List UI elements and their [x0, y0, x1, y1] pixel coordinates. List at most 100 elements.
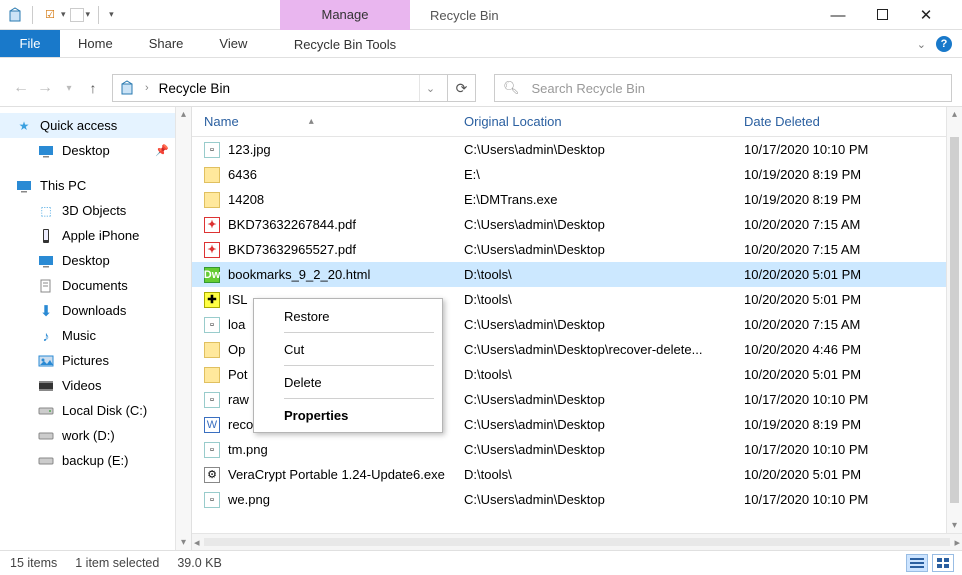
scroll-down-icon[interactable]: ▾: [952, 520, 957, 531]
divider: [98, 6, 99, 24]
tree-documents[interactable]: Documents: [0, 273, 191, 298]
ribbon-expand-icon[interactable]: ⌄: [917, 38, 926, 51]
tab-view[interactable]: View: [201, 30, 265, 57]
tree-desktop[interactable]: Desktop: [0, 248, 191, 273]
tree-backup-e[interactable]: backup (E:): [0, 448, 191, 473]
view-details-button[interactable]: [906, 554, 928, 572]
column-original-location[interactable]: Original Location: [464, 114, 744, 129]
chevron-down-icon[interactable]: ▾: [86, 9, 91, 20]
list-horizontal-scrollbar[interactable]: ◂ ▸: [192, 533, 962, 550]
search-box[interactable]: 🔍︎: [494, 74, 952, 102]
table-row[interactable]: Dwbookmarks_9_2_20.htmlD:\tools\10/20/20…: [192, 262, 962, 287]
table-row[interactable]: ▫tm.pngC:\Users\admin\Desktop10/17/2020 …: [192, 437, 962, 462]
tree-videos[interactable]: Videos: [0, 373, 191, 398]
phone-icon: [38, 228, 54, 244]
tab-share[interactable]: Share: [131, 30, 202, 57]
tab-home[interactable]: Home: [60, 30, 131, 57]
table-row[interactable]: ✦BKD73632267844.pdfC:\Users\admin\Deskto…: [192, 212, 962, 237]
file-origin: C:\Users\admin\Desktop: [464, 392, 744, 407]
file-date-deleted: 10/19/2020 8:19 PM: [744, 167, 962, 182]
chevron-right-icon[interactable]: ›: [141, 82, 153, 94]
folder-icon: [204, 342, 220, 358]
up-button[interactable]: ↑: [82, 77, 104, 99]
table-row[interactable]: 6436E:\10/19/2020 8:19 PM: [192, 162, 962, 187]
qat-customize-icon[interactable]: ▾: [105, 9, 114, 20]
file-name: Op: [228, 342, 245, 357]
file-origin: C:\Users\admin\Desktop: [464, 217, 744, 232]
scroll-track[interactable]: [204, 538, 951, 546]
table-row[interactable]: ⚙VeraCrypt Portable 1.24-Update6.exeD:\t…: [192, 462, 962, 487]
table-row[interactable]: ▫we.pngC:\Users\admin\Desktop10/17/2020 …: [192, 487, 962, 512]
desktop-icon: [38, 143, 54, 159]
file-origin: C:\Users\admin\Desktop: [464, 442, 744, 457]
table-row[interactable]: 14208E:\DMTrans.exe10/19/2020 8:19 PM: [192, 187, 962, 212]
chevron-down-icon[interactable]: ▾: [61, 9, 66, 20]
scroll-up-icon[interactable]: ▴: [181, 109, 186, 120]
tree-apple-iphone[interactable]: Apple iPhone: [0, 223, 191, 248]
file-origin: C:\Users\admin\Desktop: [464, 242, 744, 257]
file-date-deleted: 10/17/2020 10:10 PM: [744, 392, 962, 407]
file-origin: D:\tools\: [464, 467, 744, 482]
minimize-button[interactable]: —: [824, 7, 852, 24]
tree-music[interactable]: ♪ Music: [0, 323, 191, 348]
column-name[interactable]: Name: [204, 114, 239, 129]
address-bar[interactable]: › Recycle Bin ⌄: [112, 74, 448, 102]
file-name: we.png: [228, 492, 270, 507]
scroll-left-icon[interactable]: ◂: [194, 536, 200, 549]
qat-blank-icon[interactable]: [70, 8, 84, 22]
back-button[interactable]: ←: [10, 77, 32, 99]
music-icon: ♪: [38, 328, 54, 344]
scroll-right-icon[interactable]: ▸: [954, 536, 960, 549]
column-date-deleted[interactable]: Date Deleted: [744, 114, 962, 129]
recent-locations-icon[interactable]: ▾: [58, 77, 80, 99]
window-title: Recycle Bin: [430, 0, 499, 30]
tree-this-pc[interactable]: This PC: [0, 173, 191, 198]
forward-button[interactable]: →: [34, 77, 56, 99]
scroll-thumb[interactable]: [950, 137, 959, 503]
ctx-properties[interactable]: Properties: [254, 402, 442, 428]
ctx-restore[interactable]: Restore: [254, 303, 442, 329]
scroll-up-icon[interactable]: ▴: [952, 109, 957, 120]
folder-icon: [204, 192, 220, 208]
maximize-button[interactable]: [868, 7, 896, 24]
help-icon[interactable]: ?: [936, 36, 952, 52]
refresh-button[interactable]: ⟳: [448, 74, 476, 102]
search-input[interactable]: [530, 80, 943, 97]
breadcrumb[interactable]: Recycle Bin: [159, 81, 413, 96]
tree-qa-desktop[interactable]: Desktop 📌: [0, 138, 191, 163]
ctx-delete[interactable]: Delete: [254, 369, 442, 395]
close-button[interactable]: ✕: [912, 6, 940, 24]
file-origin: D:\tools\: [464, 367, 744, 382]
file-origin: D:\tools\: [464, 267, 744, 282]
this-pc-icon: [16, 178, 32, 194]
address-history-icon[interactable]: ⌄: [419, 75, 441, 101]
qat-properties-icon[interactable]: ☑: [41, 6, 59, 24]
tree-scrollbar[interactable]: ▴ ▾: [175, 107, 191, 550]
isl-file-icon: ✚: [204, 292, 220, 308]
tab-recycle-bin-tools[interactable]: Recycle Bin Tools: [280, 30, 410, 58]
file-date-deleted: 10/20/2020 5:01 PM: [744, 467, 962, 482]
list-vertical-scrollbar[interactable]: ▴ ▾: [946, 107, 962, 533]
tree-downloads[interactable]: ⬇ Downloads: [0, 298, 191, 323]
file-origin: D:\tools\: [464, 292, 744, 307]
tree-quick-access[interactable]: ★ Quick access: [0, 113, 191, 138]
view-large-icons-button[interactable]: [932, 554, 954, 572]
tree-label: Apple iPhone: [62, 228, 139, 243]
tree-work-d[interactable]: work (D:): [0, 423, 191, 448]
navigation-pane[interactable]: ★ Quick access Desktop 📌 This PC ⬚ 3D Ob…: [0, 107, 192, 550]
ctx-cut[interactable]: Cut: [254, 336, 442, 362]
file-tab[interactable]: File: [0, 30, 60, 57]
tree-pictures[interactable]: Pictures: [0, 348, 191, 373]
column-headers[interactable]: Name ▴ Original Location Date Deleted: [192, 107, 962, 137]
file-name: raw: [228, 392, 249, 407]
tree-label: work (D:): [62, 428, 115, 443]
table-row[interactable]: ▫123.jpgC:\Users\admin\Desktop10/17/2020…: [192, 137, 962, 162]
file-name: 6436: [228, 167, 257, 182]
tree-local-disk-c[interactable]: Local Disk (C:): [0, 398, 191, 423]
table-row[interactable]: ✦BKD73632965527.pdfC:\Users\admin\Deskto…: [192, 237, 962, 262]
file-name: tm.png: [228, 442, 268, 457]
tree-3d-objects[interactable]: ⬚ 3D Objects: [0, 198, 191, 223]
scroll-down-icon[interactable]: ▾: [181, 537, 186, 548]
menu-separator: [284, 365, 434, 366]
tree-label: Music: [62, 328, 96, 343]
